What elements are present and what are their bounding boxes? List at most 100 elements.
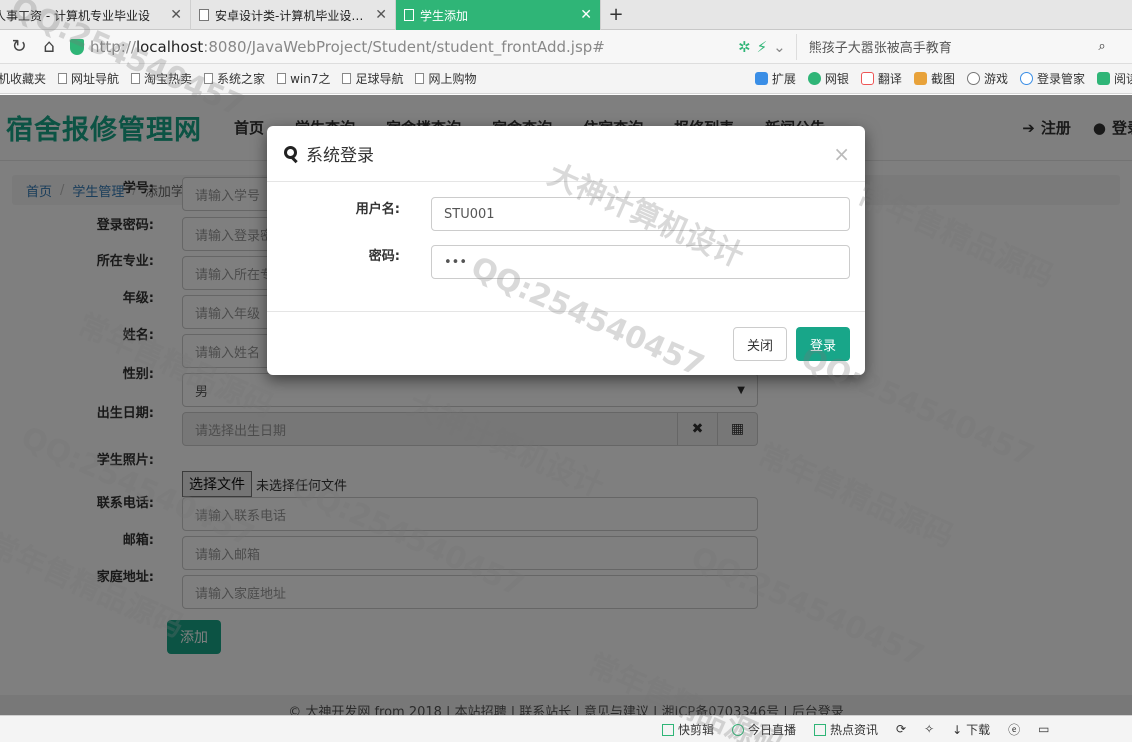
tab-close-icon[interactable]: ✕ <box>170 7 182 23</box>
url-host: localhost <box>135 37 204 56</box>
tab-close-icon[interactable]: ✕ <box>580 7 592 23</box>
modal-footer: 关闭 登录 <box>267 311 865 375</box>
bookmark-item[interactable]: 淘宝热卖 <box>131 70 192 87</box>
bookmark-item[interactable]: win7之 <box>277 70 330 87</box>
toolbar-bank[interactable]: 网银 <box>807 70 849 87</box>
toolbar-label: 翻译 <box>877 72 902 86</box>
shield-icon <box>807 72 821 85</box>
statusbar-window[interactable]: ▭ <box>1038 722 1049 736</box>
search-input[interactable]: 熊孩子大嚣张被高手教育 ⌕ <box>795 33 1116 60</box>
page-icon <box>415 73 425 84</box>
statusbar-news[interactable]: 热点资讯 <box>814 721 878 738</box>
page-icon <box>342 73 352 84</box>
speed-icon[interactable]: ⚡ <box>757 38 768 56</box>
book-icon <box>1096 72 1110 85</box>
page-icon <box>404 9 414 21</box>
url-input[interactable]: http://localhost:8080/JavaWebProject/Stu… <box>70 34 730 60</box>
bookmark-item[interactable]: 网上购物 <box>415 70 476 87</box>
toolbar-reader[interactable]: 阅读 <box>1096 70 1132 87</box>
live-icon <box>732 723 745 736</box>
page-icon <box>204 73 214 84</box>
translate-icon <box>860 72 874 85</box>
statusbar-live[interactable]: 今日直播 <box>732 721 796 738</box>
browser-tab-2[interactable]: 安卓设计类-计算机毕业设计源码 ✕ <box>191 0 396 30</box>
gamepad-icon <box>966 72 980 85</box>
statusbar-quickclip[interactable]: 快剪辑 <box>662 721 714 738</box>
modal-title: 系统登录 <box>282 141 374 166</box>
bookmarks-bar: 手机收藏夹 网址导航 淘宝热卖 系统之家 win7之 足球导航 网上购物 扩展 … <box>0 64 1132 94</box>
secure-shield-icon <box>70 38 84 55</box>
toolbar-translate[interactable]: 翻译 <box>860 70 902 87</box>
statusbar-ie[interactable]: ⓔ <box>1008 721 1020 738</box>
browser-icon: ⓔ <box>1008 722 1021 737</box>
home-icon[interactable]: ⌂ <box>34 32 64 62</box>
page-icon <box>199 9 209 21</box>
toolbar-extensions[interactable]: 扩展 <box>754 70 796 87</box>
news-icon <box>814 723 827 736</box>
toolbar-login-manager[interactable]: 登录管家 <box>1019 70 1085 87</box>
statusbar-label: 下载 <box>966 722 991 737</box>
bookmark-item[interactable]: 网址导航 <box>58 70 119 87</box>
toolbar-screenshot[interactable]: 截图 <box>913 70 955 87</box>
toolbar-games[interactable]: 游戏 <box>966 70 1008 87</box>
login-button[interactable]: 登录 <box>796 327 850 361</box>
close-icon[interactable]: × <box>833 142 850 166</box>
bookmark-label: 网上购物 <box>428 72 477 86</box>
bookmark-label: win7之 <box>290 72 331 86</box>
statusbar-label: 热点资讯 <box>830 722 879 737</box>
browser-tab-title: 学生添加 <box>420 8 469 23</box>
toolbar-label: 登录管家 <box>1036 72 1085 86</box>
bookmark-item[interactable]: 系统之家 <box>204 70 265 87</box>
new-tab-button[interactable]: + <box>601 0 631 29</box>
reload-icon[interactable]: ↻ <box>4 32 34 62</box>
bookmark-label: 淘宝热卖 <box>144 72 193 86</box>
bookmark-label: 网址导航 <box>71 72 120 86</box>
window-icon: ▭ <box>1038 722 1050 736</box>
statusbar-refresh[interactable]: ⟳ <box>896 722 906 736</box>
tab-close-icon[interactable]: ✕ <box>375 7 387 23</box>
scissors-icon <box>913 72 927 85</box>
password-input[interactable]: ••• <box>431 245 850 279</box>
folder-icon <box>58 73 68 84</box>
toolbar-label: 扩展 <box>771 72 796 86</box>
bookmark-item[interactable]: 足球导航 <box>342 70 403 87</box>
key-icon <box>1019 72 1033 85</box>
toolbar-label: 网银 <box>824 72 849 86</box>
login-modal: 系统登录 × 用户名: STU001 密码: ••• 关闭 登录 <box>267 126 865 375</box>
statusbar-download[interactable]: ↓ 下载 <box>952 721 990 738</box>
modal-row-password: 密码: ••• <box>267 245 865 279</box>
modal-header: 系统登录 × <box>267 126 865 182</box>
toolbar-label: 阅读 <box>1113 72 1132 86</box>
grid-icon <box>754 72 768 85</box>
refresh-icon: ⟳ <box>896 722 907 736</box>
search-text: 熊孩子大嚣张被高手教育 <box>808 41 952 56</box>
bookmark-label: 足球导航 <box>355 72 404 86</box>
browser-tabbar: 人事工资 - 计算机专业毕业设 ✕ 安卓设计类-计算机毕业设计源码 ✕ 学生添加… <box>0 0 1132 30</box>
browser-tab-title: 人事工资 - 计算机专业毕业设 <box>0 8 150 23</box>
address-icons: ✲ ⚡ ⌄ <box>738 38 786 56</box>
modal-row-username: 用户名: STU001 <box>267 197 865 231</box>
compat-mode-icon[interactable]: ✲ <box>738 38 751 56</box>
username-label: 用户名: <box>355 202 400 217</box>
page-icon <box>277 73 287 84</box>
statusbar-label: 今日直播 <box>748 722 797 737</box>
browser-tab-3[interactable]: 学生添加 ✕ <box>396 0 601 30</box>
bookmark-item[interactable]: 手机收藏夹 <box>0 70 46 87</box>
browser-tab-1[interactable]: 人事工资 - 计算机专业毕业设 ✕ <box>0 0 191 30</box>
statusbar-clean[interactable]: ✧ <box>924 722 934 736</box>
password-label: 密码: <box>368 249 400 264</box>
browser-tab-title: 安卓设计类-计算机毕业设计源码 <box>215 8 369 23</box>
bookmark-label: 手机收藏夹 <box>0 72 47 86</box>
bookmark-label: 系统之家 <box>217 72 266 86</box>
chevron-down-icon[interactable]: ⌄ <box>773 38 786 56</box>
close-button[interactable]: 关闭 <box>733 327 787 361</box>
page-icon <box>131 73 141 84</box>
username-input[interactable]: STU001 <box>431 197 850 231</box>
modal-title-text: 系统登录 <box>306 146 374 166</box>
search-icon[interactable]: ⌕ <box>1098 39 1105 54</box>
browser-statusbar: 快剪辑 今日直播 热点资讯 ⟳ ✧ ↓ 下载 ⓔ ▭ <box>0 715 1132 742</box>
toolbar-label: 截图 <box>930 72 955 86</box>
toolbar-label: 游戏 <box>983 72 1008 86</box>
download-icon: ↓ <box>952 722 963 737</box>
statusbar-label: 快剪辑 <box>678 722 715 737</box>
